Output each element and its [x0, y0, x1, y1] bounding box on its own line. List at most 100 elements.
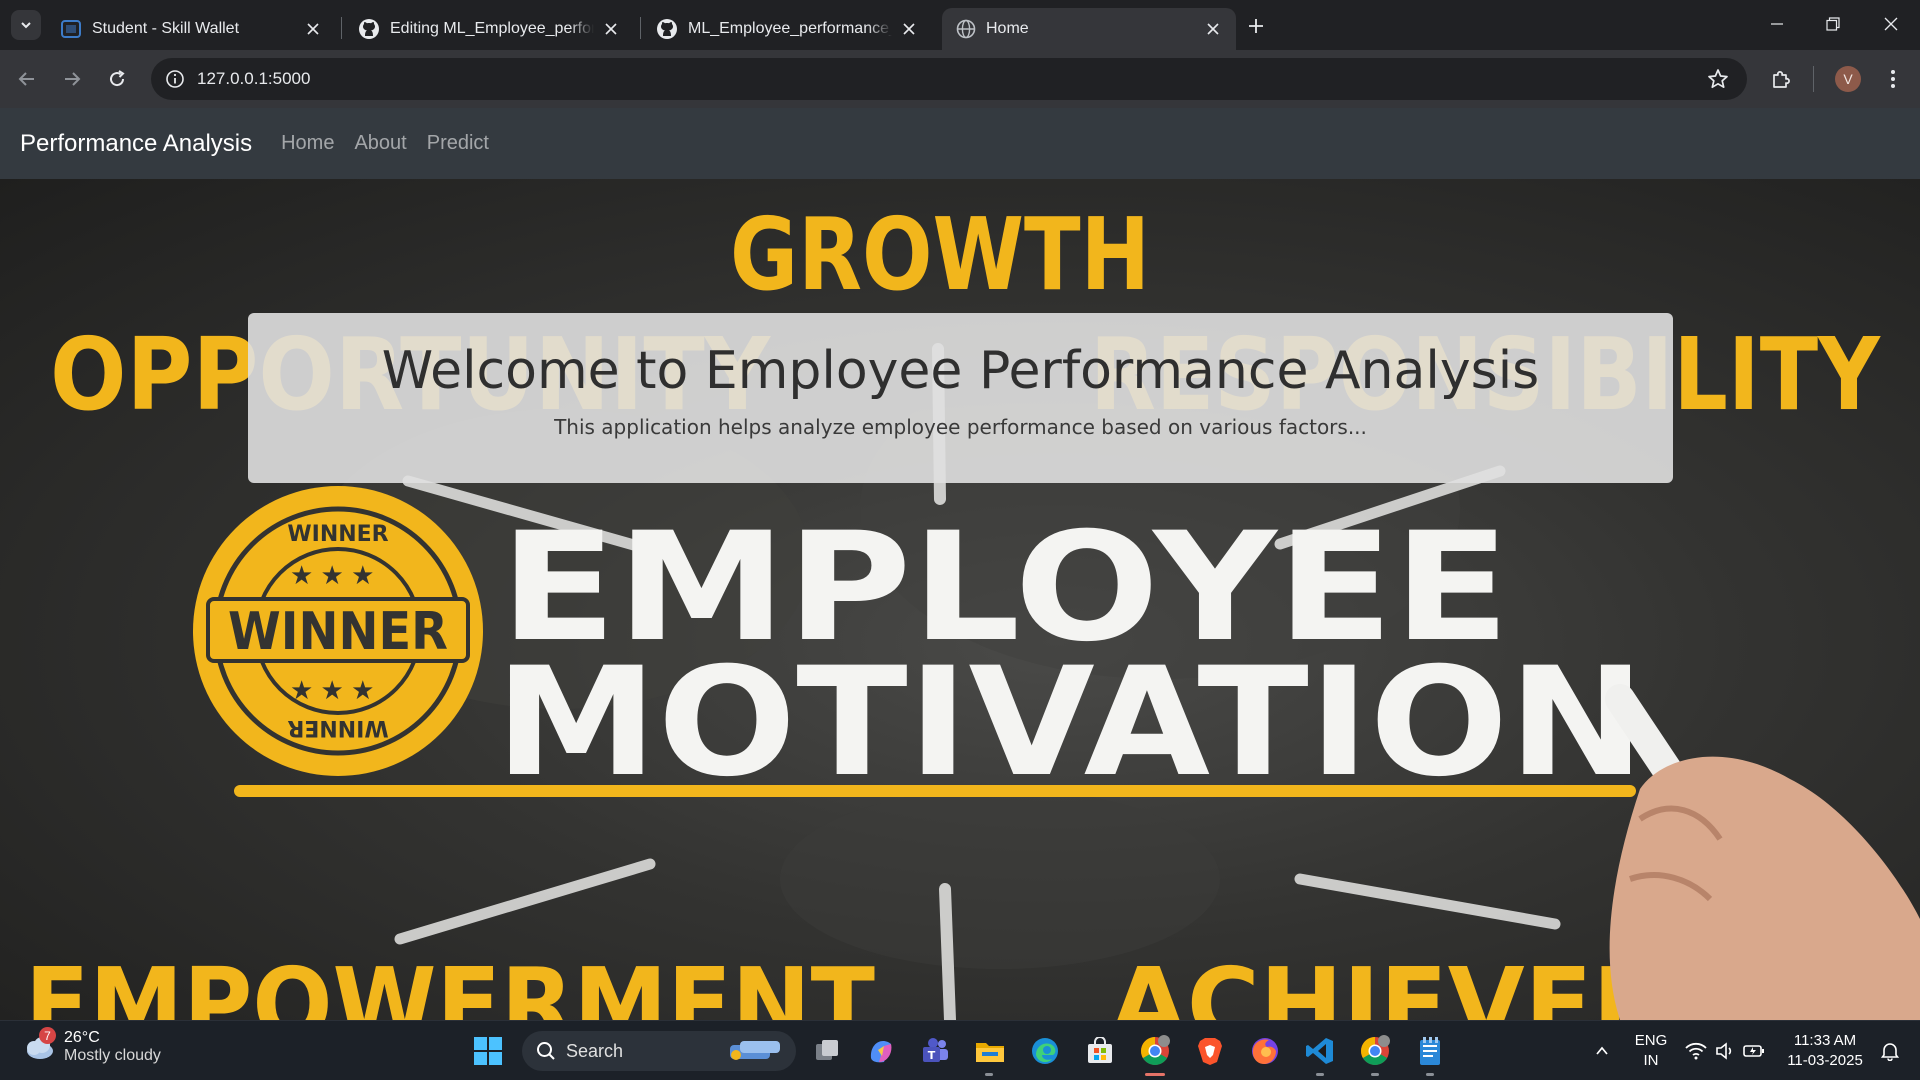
github-icon — [657, 19, 677, 39]
chevron-up-icon — [1596, 1046, 1608, 1055]
navbar-brand[interactable]: Performance Analysis — [20, 130, 252, 158]
taskbar-file-explorer[interactable] — [970, 1031, 1010, 1071]
language-indicator[interactable]: ENG IN — [1626, 1031, 1676, 1071]
back-button[interactable] — [11, 63, 43, 95]
browser-toolbar: 127.0.0.1:5000 V — [0, 50, 1920, 108]
tab-editing-github[interactable]: Editing ML_Employee_performa — [344, 8, 634, 50]
bookmark-star-icon[interactable] — [1707, 68, 1729, 95]
winner-badge-icon: WINNER WINNER WINNER ★ ★ ★ ★ ★ ★ — [193, 486, 483, 776]
close-tab-icon[interactable] — [304, 20, 322, 38]
site-info-icon[interactable] — [163, 67, 187, 91]
hero-chalkboard-graphic: GROWTH OPPORTUNITY RESPONSIBILITY EMPOWE… — [25, 196, 1920, 1020]
notifications-button[interactable] — [1870, 1031, 1910, 1071]
taskbar-firefox[interactable] — [1245, 1031, 1285, 1071]
taskbar-teams[interactable]: T — [915, 1031, 955, 1071]
brave-icon — [1198, 1038, 1222, 1065]
avatar: V — [1835, 66, 1861, 92]
show-hidden-icons-button[interactable] — [1582, 1031, 1622, 1071]
url-text[interactable]: 127.0.0.1:5000 — [197, 69, 310, 89]
tab-title: Editing ML_Employee_performa — [390, 20, 594, 37]
forward-button[interactable] — [56, 63, 88, 95]
nav-link-about[interactable]: About — [354, 132, 406, 155]
search-icon — [537, 1042, 555, 1060]
plus-icon — [1249, 19, 1263, 33]
chrome-icon — [1361, 1035, 1390, 1065]
task-view-button[interactable] — [807, 1031, 847, 1071]
svg-text:★ ★ ★: ★ ★ ★ — [290, 560, 374, 590]
extensions-button[interactable] — [1765, 63, 1797, 95]
cloud-icon: 7 — [20, 1027, 56, 1065]
close-tab-icon[interactable] — [900, 20, 918, 38]
weather-widget[interactable]: 7 26°C Mostly cloudy — [20, 1027, 161, 1065]
nav-link-home[interactable]: Home — [281, 132, 334, 155]
arrow-right-icon — [65, 72, 81, 86]
tab-separator — [640, 17, 641, 39]
restore-icon — [1826, 17, 1840, 31]
chrome-icon — [1141, 1035, 1170, 1065]
language-line1: ENG — [1634, 1032, 1668, 1049]
store-icon — [1088, 1037, 1112, 1063]
clock[interactable]: 11:33 AM 11-03-2025 — [1780, 1031, 1870, 1071]
tab-skill-wallet[interactable]: Student - Skill Wallet — [46, 8, 336, 50]
close-tab-icon[interactable] — [1204, 20, 1222, 38]
running-indicator — [1316, 1073, 1324, 1076]
taskbar-chrome-active[interactable] — [1135, 1031, 1175, 1071]
new-tab-button[interactable] — [1242, 12, 1270, 40]
minimize-icon — [1771, 23, 1783, 25]
quick-settings-button[interactable] — [1680, 1031, 1770, 1071]
svg-text:T: T — [928, 1049, 936, 1062]
reload-icon — [110, 70, 125, 87]
web-page: Performance Analysis Home About Predict … — [0, 108, 1920, 1020]
tab-github-repo[interactable]: ML_Employee_performance_pre — [642, 8, 932, 50]
taskbar-vscode[interactable] — [1300, 1031, 1340, 1071]
firefox-icon — [1252, 1038, 1278, 1064]
vscode-icon — [1306, 1038, 1333, 1064]
hero-word-motivation: MOTIVATION — [495, 636, 1645, 810]
tab-home[interactable]: Home — [942, 8, 1236, 50]
hand-with-chalk-image — [1605, 684, 1920, 1020]
tab-separator — [341, 17, 342, 39]
clock-date: 11-03-2025 — [1787, 1052, 1863, 1069]
reload-button[interactable] — [101, 63, 133, 95]
folder-icon — [976, 1043, 1004, 1062]
badge-bottom-text: WINNER — [287, 715, 388, 740]
profile-button[interactable]: V — [1832, 63, 1864, 95]
address-bar[interactable]: 127.0.0.1:5000 — [151, 58, 1747, 100]
search-highlight-icon — [730, 1041, 780, 1060]
taskbar-copilot[interactable] — [861, 1031, 901, 1071]
windows-logo-icon — [474, 1037, 502, 1065]
welcome-jumbotron: Welcome to Employee Performance Analysis… — [248, 313, 1673, 483]
taskbar-brave[interactable] — [1190, 1031, 1230, 1071]
page-title: Welcome to Employee Performance Analysis — [381, 341, 1540, 401]
close-tab-icon[interactable] — [602, 20, 620, 38]
more-vert-icon — [1891, 70, 1895, 88]
restore-button[interactable] — [1810, 8, 1856, 40]
start-button[interactable] — [468, 1031, 508, 1071]
close-window-button[interactable] — [1868, 8, 1914, 40]
github-icon — [359, 19, 379, 39]
language-line2: IN — [1643, 1052, 1659, 1069]
taskbar-chrome-profile[interactable] — [1355, 1031, 1395, 1071]
nav-link-predict[interactable]: Predict — [427, 132, 489, 155]
browser-menu-button[interactable] — [1877, 63, 1909, 95]
windows-taskbar: 7 26°C Mostly cloudy Search T ENG IN 11:… — [0, 1020, 1920, 1080]
taskbar-search[interactable]: Search — [522, 1031, 796, 1071]
minimize-button[interactable] — [1754, 8, 1800, 40]
running-indicator — [1426, 1073, 1434, 1076]
tab-search-button[interactable] — [11, 10, 41, 40]
tab-title: Home — [986, 20, 1029, 37]
wifi-icon — [1685, 1042, 1707, 1060]
notepad-icon — [1420, 1037, 1440, 1065]
running-indicator — [985, 1073, 993, 1076]
running-indicator-active — [1145, 1073, 1165, 1076]
close-icon — [1884, 17, 1898, 31]
toolbar-divider — [1813, 66, 1814, 92]
copilot-icon — [870, 1041, 892, 1063]
taskbar-notepad[interactable] — [1410, 1031, 1450, 1071]
badge-top-text: WINNER — [287, 522, 388, 547]
edge-icon — [1032, 1038, 1058, 1064]
taskbar-edge[interactable] — [1025, 1031, 1065, 1071]
hero-word-growth: GROWTH — [730, 196, 1150, 313]
taskbar-store[interactable] — [1080, 1031, 1120, 1071]
puzzle-icon — [1773, 71, 1790, 88]
